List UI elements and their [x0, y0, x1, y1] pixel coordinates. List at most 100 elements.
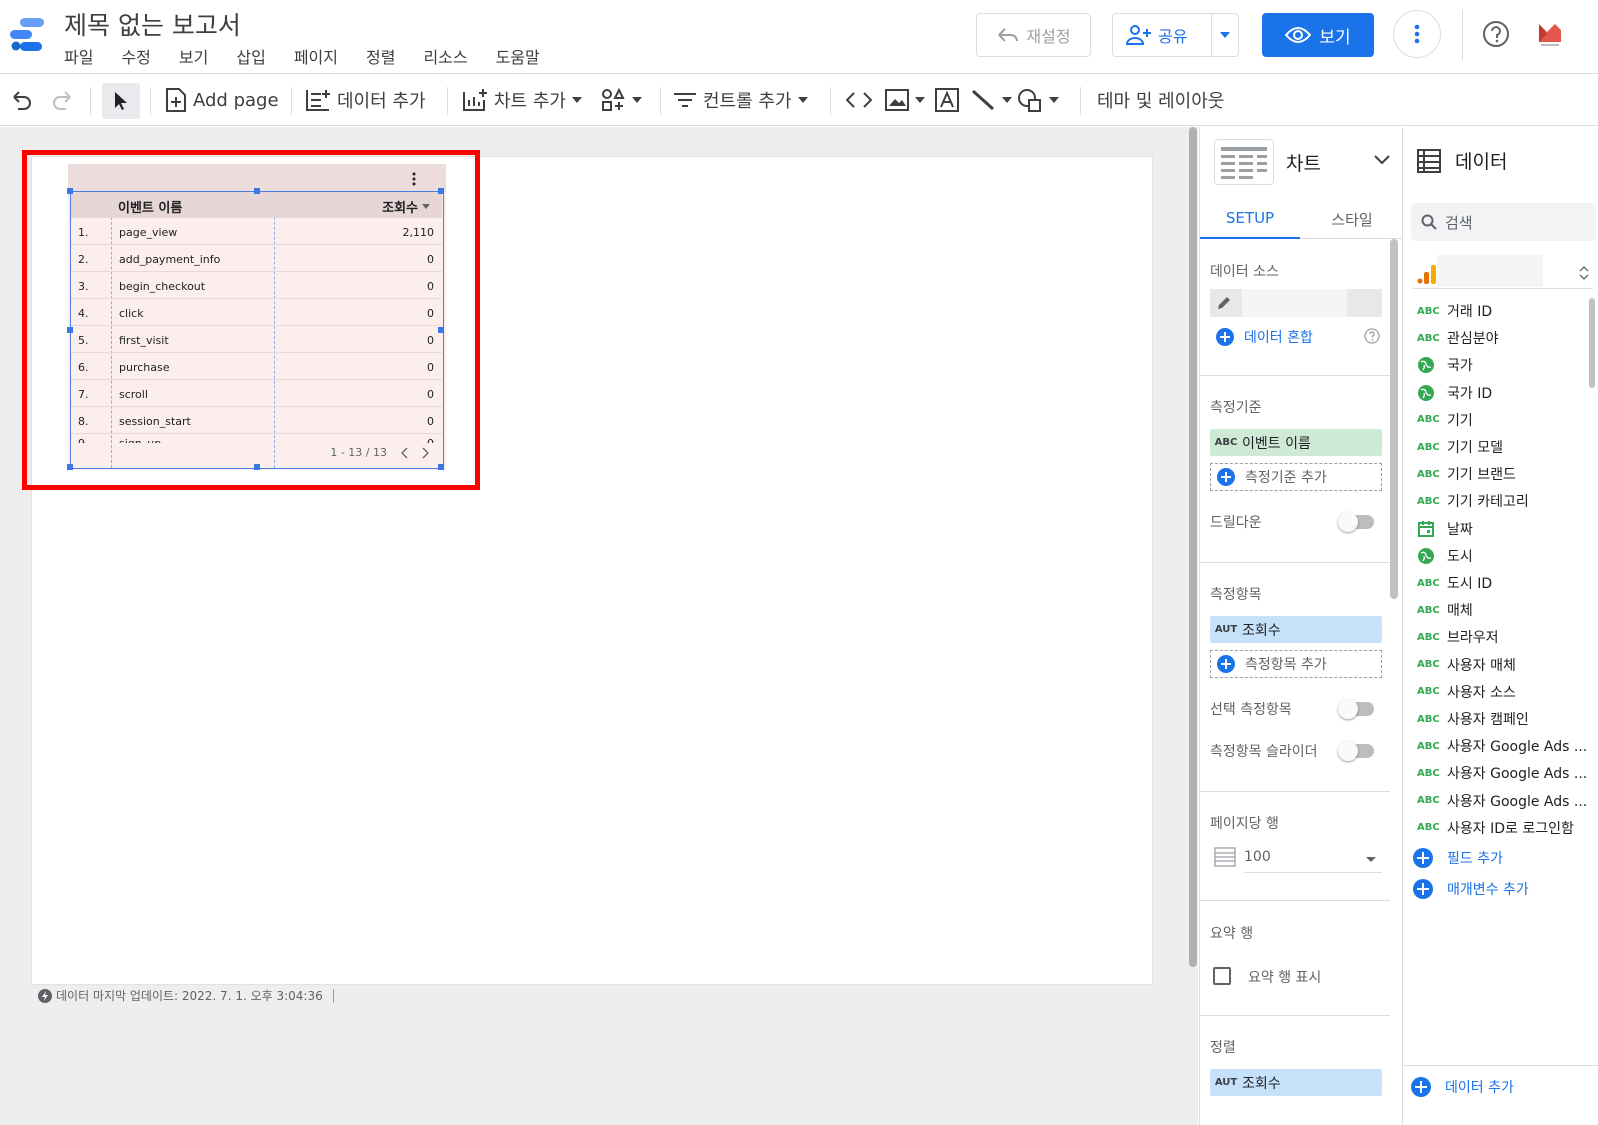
pencil-icon[interactable] — [1216, 295, 1232, 311]
canvas-scrollbar[interactable] — [1188, 127, 1198, 967]
rows-per-page-select[interactable]: 100 — [1244, 843, 1382, 873]
field-item[interactable]: ABC 매체 — [1417, 598, 1473, 622]
add-text-button[interactable] — [935, 74, 959, 126]
field-item[interactable]: ABC 기기 모델 — [1417, 435, 1503, 459]
tab-setup[interactable]: SETUP — [1200, 199, 1300, 239]
chevron-right-icon[interactable] — [422, 447, 429, 459]
sort-chip[interactable]: AUT 조회수 — [1210, 1069, 1382, 1096]
table-row[interactable]: 6. purchase 0 — [71, 353, 442, 380]
more-options-button[interactable] — [1393, 10, 1441, 58]
menu-page[interactable]: 페이지 — [294, 44, 338, 68]
field-search-input[interactable]: 검색 — [1411, 203, 1596, 241]
field-item[interactable]: ABC 기기 — [1417, 408, 1473, 432]
report-title[interactable]: 제목 없는 보고서 — [64, 6, 241, 42]
chart-type-selector[interactable] — [1214, 139, 1274, 185]
community-viz-button[interactable] — [600, 74, 642, 126]
help-icon[interactable] — [1482, 20, 1510, 48]
table-row[interactable]: 4. click 0 — [71, 299, 442, 326]
chevron-left-icon[interactable] — [401, 447, 408, 459]
undo-button[interactable] — [10, 74, 34, 126]
reset-button[interactable]: 재설정 — [976, 13, 1091, 57]
table-chart-body[interactable]: 이벤트 이름 조회수 1. page_view 2,110 2. add_paymen… — [67, 188, 444, 470]
metric-slider-toggle[interactable] — [1338, 741, 1374, 761]
field-item[interactable]: ABC 사용자 Google Ads ... — [1417, 734, 1587, 758]
add-page-button[interactable]: Add page — [165, 74, 279, 126]
avatar[interactable] — [1535, 20, 1565, 50]
select-tool-button[interactable] — [102, 83, 140, 119]
chart-menu-icon[interactable] — [412, 172, 416, 186]
dimension-chip[interactable]: ABC 이벤트 이름 — [1210, 429, 1382, 456]
field-item[interactable]: ABC 사용자 Google Ads ... — [1417, 761, 1587, 785]
menu-arrange[interactable]: 정렬 — [366, 44, 395, 68]
chevron-down-icon[interactable] — [1374, 155, 1390, 165]
field-item[interactable]: ABC 사용자 캠페인 — [1417, 707, 1529, 731]
resize-handle[interactable] — [67, 464, 73, 470]
menu-file[interactable]: 파일 — [64, 44, 93, 68]
menu-view[interactable]: 보기 — [179, 44, 208, 68]
add-parameter-link[interactable]: 매개변수 추가 — [1413, 879, 1529, 899]
add-shape-button[interactable] — [1017, 74, 1059, 126]
add-metric-button[interactable]: 측정항목 추가 — [1210, 650, 1382, 678]
table-row[interactable]: 3. begin_checkout 0 — [71, 272, 442, 299]
field-item[interactable]: 날짜 — [1417, 517, 1473, 541]
share-main[interactable]: 공유 — [1113, 23, 1211, 47]
add-field-link[interactable]: 필드 추가 — [1413, 848, 1503, 868]
field-item[interactable]: ABC 거래 ID — [1417, 299, 1492, 323]
redo-button[interactable] — [50, 74, 74, 126]
tab-style[interactable]: 스타일 — [1302, 199, 1402, 239]
field-list-scrollbar[interactable] — [1589, 298, 1595, 388]
add-data-button[interactable]: 데이터 추가 — [305, 74, 426, 126]
looker-studio-logo[interactable] — [8, 16, 48, 52]
resize-handle[interactable] — [438, 464, 444, 470]
add-chart-button[interactable]: 차트 추가 — [462, 74, 582, 126]
resize-handle[interactable] — [254, 188, 260, 194]
add-control-button[interactable]: 컨트롤 추가 — [673, 74, 808, 126]
metric-chip[interactable]: AUT 조회수 — [1210, 616, 1382, 643]
share-dropdown[interactable] — [1211, 14, 1238, 56]
add-image-button[interactable] — [885, 74, 925, 126]
field-item[interactable]: ABC 사용자 소스 — [1417, 680, 1516, 704]
table-row[interactable]: 1. page_view 2,110 — [71, 218, 442, 245]
table-row[interactable]: 5. first_visit 0 — [71, 326, 442, 353]
properties-scrollbar[interactable] — [1390, 239, 1398, 599]
table-row[interactable]: 8. session_start 0 — [71, 407, 442, 434]
field-item[interactable]: ABC 기기 브랜드 — [1417, 462, 1516, 486]
column-header-metric[interactable]: 조회수 — [382, 197, 430, 216]
data-blend-link[interactable]: 데이터 혼합 — [1216, 327, 1313, 347]
view-button[interactable]: 보기 — [1262, 13, 1374, 57]
field-item[interactable]: ABC 브라우저 — [1417, 625, 1499, 649]
embed-url-button[interactable] — [846, 74, 872, 126]
theme-layout-button[interactable]: 테마 및 레이아웃 — [1097, 74, 1224, 126]
menu-insert[interactable]: 삽입 — [236, 44, 265, 68]
field-item[interactable]: ABC 기기 카테고리 — [1417, 489, 1529, 513]
table-row[interactable]: 7. scroll 0 — [71, 380, 442, 407]
field-item[interactable]: ABC 사용자 ID로 로그인함 — [1417, 816, 1574, 840]
scrollbar-thumb[interactable] — [1189, 127, 1197, 967]
share-button[interactable]: 공유 — [1112, 13, 1239, 57]
field-item[interactable]: 도시 — [1417, 544, 1473, 568]
table-row[interactable]: 2. add_payment_info 0 — [71, 245, 442, 272]
menu-edit[interactable]: 수정 — [121, 44, 150, 68]
optional-metric-toggle[interactable] — [1338, 699, 1374, 719]
help-icon[interactable] — [1364, 328, 1380, 344]
add-line-button[interactable] — [970, 74, 1012, 126]
summary-row-checkbox[interactable] — [1213, 967, 1231, 985]
resize-handle[interactable] — [438, 327, 444, 333]
field-item[interactable]: ABC 관심분야 — [1417, 326, 1499, 350]
add-dimension-button[interactable]: 측정기준 추가 — [1210, 463, 1382, 491]
field-item[interactable]: ABC 도시 ID — [1417, 571, 1492, 595]
resize-handle[interactable] — [67, 327, 73, 333]
resize-handle[interactable] — [254, 464, 260, 470]
column-header-dimension[interactable]: 이벤트 이름 — [118, 197, 182, 216]
field-item[interactable]: 국가 ID — [1417, 381, 1492, 405]
drilldown-toggle[interactable] — [1338, 512, 1374, 532]
data-source-picker[interactable] — [1413, 255, 1593, 289]
field-item[interactable]: ABC 사용자 매체 — [1417, 653, 1516, 677]
table-row[interactable]: 9. sign_up 0 — [71, 434, 442, 443]
resize-handle[interactable] — [67, 188, 73, 194]
field-item[interactable]: ABC 사용자 Google Ads ... — [1417, 789, 1587, 813]
resize-handle[interactable] — [438, 188, 444, 194]
data-source-selector[interactable] — [1210, 289, 1382, 317]
expand-icon[interactable] — [1579, 265, 1589, 281]
menu-help[interactable]: 도움말 — [496, 44, 540, 68]
